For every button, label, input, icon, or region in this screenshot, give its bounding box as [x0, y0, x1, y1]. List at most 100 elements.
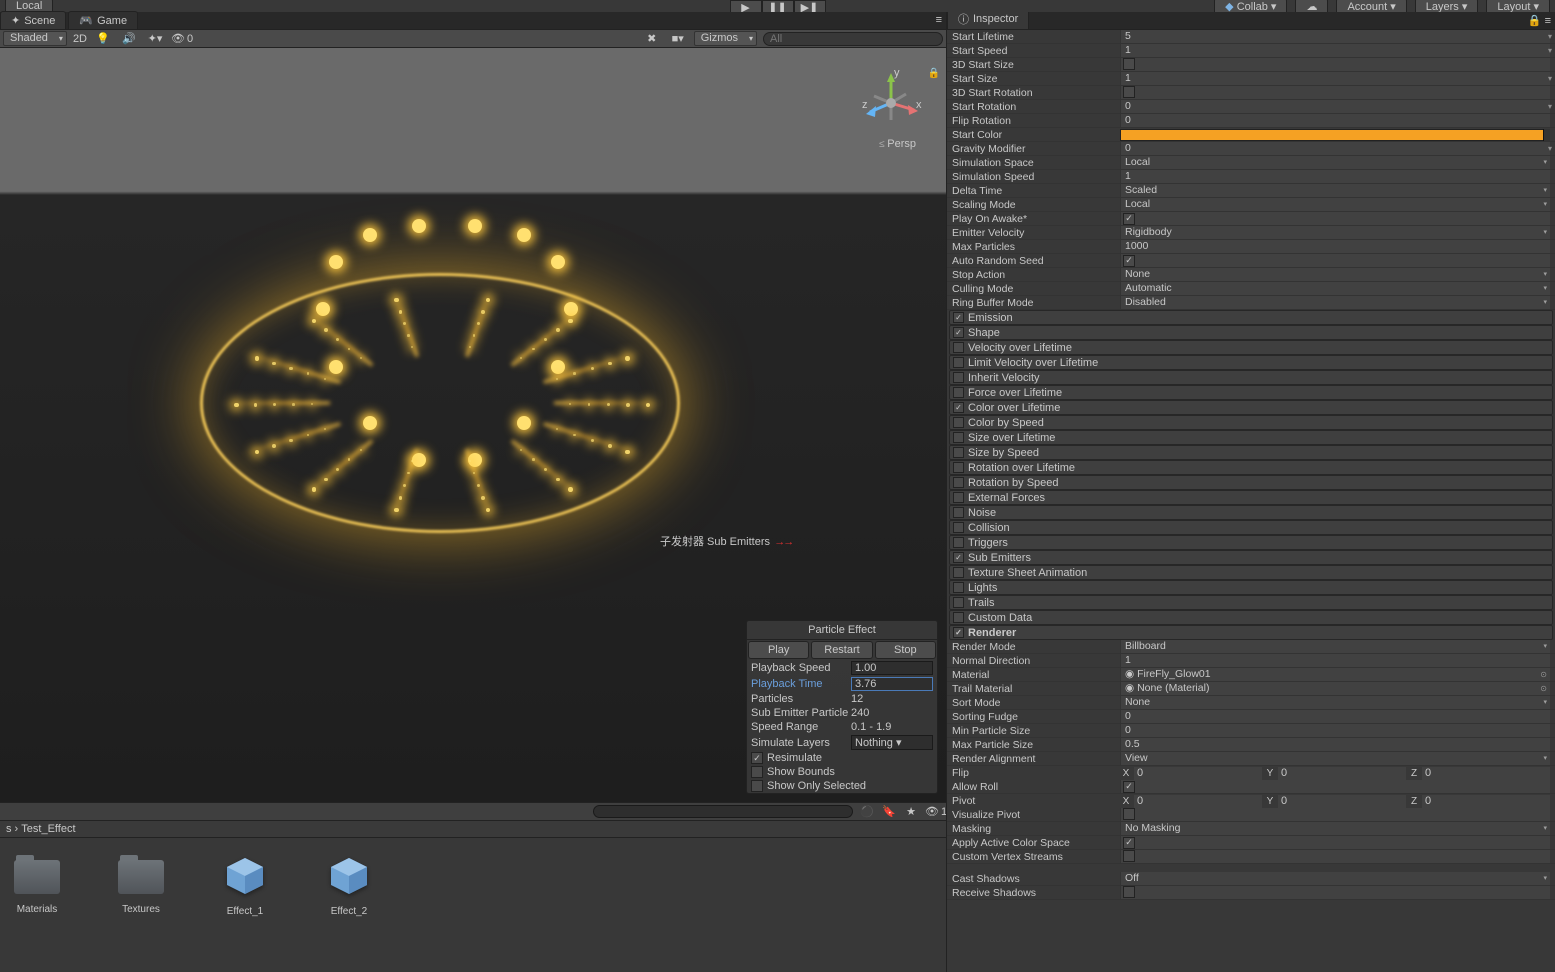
module-header-renderer[interactable]: ✓Renderer: [949, 625, 1553, 640]
module-header-collision[interactable]: Collision: [949, 520, 1553, 535]
inspector-property-row[interactable]: Auto Random Seed✓: [947, 254, 1555, 268]
inspector-property-row[interactable]: Trail Material◉ None (Material)⊙: [947, 682, 1555, 696]
inspector-property-row[interactable]: Gravity Modifier0▾: [947, 142, 1555, 156]
particle-stop-button[interactable]: Stop: [875, 641, 936, 659]
inspector-property-row[interactable]: Ring Buffer ModeDisabled: [947, 296, 1555, 310]
inspector-property-row[interactable]: Start Speed1▾: [947, 44, 1555, 58]
inspector-property-row[interactable]: Render AlignmentView: [947, 752, 1555, 766]
module-header-external-forces[interactable]: External Forces: [949, 490, 1553, 505]
inspector-property-row[interactable]: Material◉ FireFly_Glow01⊙: [947, 668, 1555, 682]
module-header-rotation-by-speed[interactable]: Rotation by Speed: [949, 475, 1553, 490]
inspector-property-row[interactable]: Simulation Speed1: [947, 170, 1555, 184]
inspector-property-row[interactable]: MaskingNo Masking: [947, 822, 1555, 836]
persp-label[interactable]: ≤ Persp: [879, 138, 916, 150]
filter-label-icon[interactable]: 🔖: [881, 805, 897, 818]
lock-icon[interactable]: 🔒: [928, 68, 940, 79]
particle-stat-row: Sub Emitter Particle240: [747, 706, 937, 720]
module-header-force-over-lifetime[interactable]: Force over Lifetime: [949, 385, 1553, 400]
inspector-property-row[interactable]: 3D Start Size: [947, 58, 1555, 72]
inspector-vector3-row[interactable]: PivotX0Y0Z0: [947, 794, 1555, 808]
asset-breadcrumb[interactable]: s › Test_Effect: [0, 821, 946, 838]
particle-play-button[interactable]: Play: [748, 641, 809, 659]
asset-item[interactable]: Textures: [110, 854, 172, 915]
module-header-triggers[interactable]: Triggers: [949, 535, 1553, 550]
module-header-size-over-lifetime[interactable]: Size over Lifetime: [949, 430, 1553, 445]
inspector-property-row[interactable]: Scaling ModeLocal: [947, 198, 1555, 212]
module-header-shape[interactable]: ✓Shape: [949, 325, 1553, 340]
scene-view[interactable]: 🔒 y x z ≤ Persp: [0, 48, 946, 802]
orientation-gizmo[interactable]: y x z: [856, 68, 926, 138]
inspector-property-row[interactable]: Start Lifetime5▾: [947, 30, 1555, 44]
module-header-color-over-lifetime[interactable]: ✓Color over Lifetime: [949, 400, 1553, 415]
module-header-limit-velocity-over-lifetime[interactable]: Limit Velocity over Lifetime: [949, 355, 1553, 370]
inspector-property-row[interactable]: Flip Rotation0: [947, 114, 1555, 128]
filter-type-icon[interactable]: ★: [903, 805, 919, 818]
inspector-property-row[interactable]: Simulation SpaceLocal: [947, 156, 1555, 170]
inspector-property-row[interactable]: Start Rotation0▾: [947, 100, 1555, 114]
particle-stat-row[interactable]: Playback Time3.76: [747, 676, 937, 692]
inspector-property-row[interactable]: Max Particle Size0.5: [947, 738, 1555, 752]
filter-favorites-icon[interactable]: ⚫: [859, 805, 875, 818]
inspector-property-row[interactable]: Receive Shadows: [947, 886, 1555, 900]
module-header-lights[interactable]: Lights: [949, 580, 1553, 595]
project-search-input[interactable]: [593, 805, 853, 818]
inspector-property-row[interactable]: Visualize Pivot: [947, 808, 1555, 822]
tab-game[interactable]: 🎮Game: [68, 11, 138, 29]
particle-check-row[interactable]: ✓Resimulate: [747, 751, 937, 765]
module-header-inherit-velocity[interactable]: Inherit Velocity: [949, 370, 1553, 385]
module-header-rotation-over-lifetime[interactable]: Rotation over Lifetime: [949, 460, 1553, 475]
inspector-property-row[interactable]: Max Particles1000: [947, 240, 1555, 254]
particle-stat-row[interactable]: Simulate LayersNothing ▾: [747, 734, 937, 751]
module-header-noise[interactable]: Noise: [949, 505, 1553, 520]
lock-inspector-icon[interactable]: 🔒 ≡: [1528, 14, 1551, 27]
inspector-property-row[interactable]: Sort ModeNone: [947, 696, 1555, 710]
inspector-property-row[interactable]: Sorting Fudge0: [947, 710, 1555, 724]
inspector-vector3-row[interactable]: FlipX0Y0Z0: [947, 766, 1555, 780]
inspector-property-row[interactable]: Render ModeBillboard: [947, 640, 1555, 654]
inspector-property-row[interactable]: 3D Start Rotation: [947, 86, 1555, 100]
inspector-property-row[interactable]: Stop ActionNone: [947, 268, 1555, 282]
tab-menu-icon[interactable]: ≡: [936, 14, 942, 26]
particle-restart-button[interactable]: Restart: [811, 641, 872, 659]
particle-check-row[interactable]: Show Only Selected: [747, 779, 937, 793]
asset-item[interactable]: Effect_2: [318, 854, 380, 917]
module-header-emission[interactable]: ✓Emission: [949, 310, 1553, 325]
audio-icon[interactable]: 🔊: [119, 31, 139, 46]
tab-inspector[interactable]: ⓘInspector: [947, 12, 1029, 29]
inspector-property-row[interactable]: Start Size1▾: [947, 72, 1555, 86]
shading-mode-dropdown[interactable]: Shaded: [3, 31, 67, 46]
tools-icon[interactable]: ✖: [642, 31, 662, 46]
module-header-color-by-speed[interactable]: Color by Speed: [949, 415, 1553, 430]
particle-check-row[interactable]: Show Bounds: [747, 765, 937, 779]
module-header-size-by-speed[interactable]: Size by Speed: [949, 445, 1553, 460]
camera-icon[interactable]: ■▾: [668, 31, 688, 46]
module-header-texture-sheet-animation[interactable]: Texture Sheet Animation: [949, 565, 1553, 580]
module-header-sub-emitters[interactable]: ✓Sub Emitters: [949, 550, 1553, 565]
inspector-property-row[interactable]: Apply Active Color Space✓: [947, 836, 1555, 850]
hidden-objects-toggle[interactable]: 👁0: [171, 32, 193, 45]
tab-scene[interactable]: ✦Scene: [0, 11, 66, 29]
inspector-property-row[interactable]: Cast ShadowsOff: [947, 872, 1555, 886]
lighting-icon[interactable]: 💡: [93, 31, 113, 46]
2d-toggle[interactable]: 2D: [73, 33, 87, 45]
gizmos-dropdown[interactable]: Gizmos: [694, 31, 757, 46]
asset-item[interactable]: Materials: [6, 854, 68, 915]
hidden-assets-toggle[interactable]: 👁13: [925, 805, 941, 818]
module-header-custom-data[interactable]: Custom Data: [949, 610, 1553, 625]
inspector-property-row[interactable]: Emitter VelocityRigidbody: [947, 226, 1555, 240]
inspector-property-row[interactable]: Culling ModeAutomatic: [947, 282, 1555, 296]
module-header-velocity-over-lifetime[interactable]: Velocity over Lifetime: [949, 340, 1553, 355]
scene-search-input[interactable]: [763, 32, 943, 46]
inspector-property-row[interactable]: Delta TimeScaled: [947, 184, 1555, 198]
inspector-property-row[interactable]: Play On Awake*✓: [947, 212, 1555, 226]
fx-icon[interactable]: ✦▾: [145, 31, 165, 46]
inspector-property-row[interactable]: Custom Vertex Streams: [947, 850, 1555, 864]
module-header-trails[interactable]: Trails: [949, 595, 1553, 610]
inspector-property-row[interactable]: Allow Roll✓: [947, 780, 1555, 794]
inspector-property-row[interactable]: Min Particle Size0: [947, 724, 1555, 738]
particle-stat-row[interactable]: Playback Speed1.00: [747, 660, 937, 676]
asset-item[interactable]: Effect_1: [214, 854, 276, 917]
color-swatch[interactable]: [1120, 129, 1550, 141]
inspector-property-row[interactable]: Start Color: [947, 128, 1555, 142]
inspector-property-row[interactable]: Normal Direction1: [947, 654, 1555, 668]
